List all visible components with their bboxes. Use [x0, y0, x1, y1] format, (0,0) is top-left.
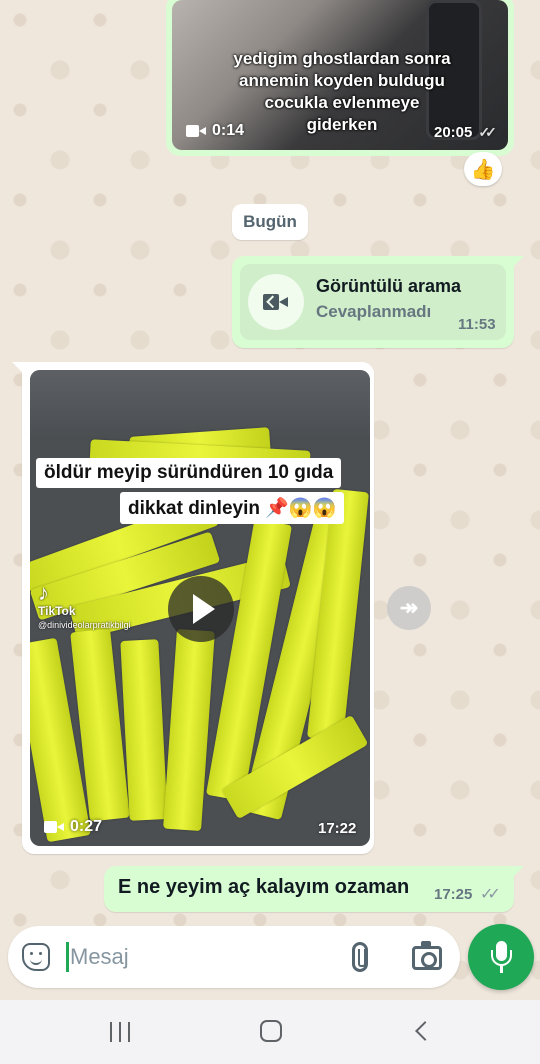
text-caret — [66, 942, 69, 972]
video-camera-icon — [186, 124, 206, 138]
video-time: 17:22 — [318, 820, 357, 837]
tiktok-name: TikTok — [38, 604, 76, 618]
tiktok-logo-icon: ♪ — [38, 580, 49, 605]
tiktok-watermark: ♪ TikTok @dinivideolarpratikbilgi — [38, 580, 131, 631]
mic-icon-stem — [500, 966, 503, 973]
tiktok-handle: @dinivideolarpratikbilgi — [38, 620, 131, 630]
fry-shape — [120, 639, 168, 821]
outgoing-video-message[interactable]: yedigim ghostlardan sonra annemin koyden… — [166, 0, 514, 156]
fry-shape — [163, 628, 215, 832]
video-overlay-line2: dikkat dinleyin 📌😱😱 — [120, 492, 345, 524]
video-caption: yedigim ghostlardan sonra annemin koyden… — [233, 49, 451, 134]
paperclip-icon[interactable] — [352, 942, 368, 972]
video-overlay-line1: öldür meyip süründüren 10 gıda — [36, 458, 342, 488]
missed-video-call-message[interactable]: Görüntülü arama Cevaplanmadı 11:53 — [232, 256, 524, 348]
recents-icon[interactable] — [110, 1022, 132, 1042]
home-icon[interactable] — [260, 1020, 282, 1042]
video-time-text: 20:05 — [434, 124, 473, 141]
sticker-icon[interactable] — [22, 943, 50, 971]
pan-background — [30, 370, 370, 440]
message-composer — [8, 926, 460, 988]
video-thumbnail[interactable]: yedigim ghostlardan sonra annemin koyden… — [172, 0, 508, 150]
delivered-ticks-icon: ✓✓ — [478, 124, 497, 140]
video-time: 20:05 ✓✓ — [434, 124, 497, 141]
system-nav-bar — [0, 1000, 540, 1064]
call-title: Görüntülü arama — [316, 276, 462, 296]
video-call-icon — [248, 274, 304, 330]
forward-icon[interactable]: ↠ — [387, 586, 431, 630]
incoming-video-message[interactable]: öldür meyip süründüren 10 gıda dikkat di… — [12, 362, 374, 854]
video-thumbnail[interactable]: öldür meyip süründüren 10 gıda dikkat di… — [30, 370, 370, 846]
video-duration-text: 0:14 — [212, 122, 245, 139]
message-time: 11:53 — [458, 316, 496, 333]
call-status: Cevaplanmadı — [316, 302, 432, 321]
message-input[interactable] — [70, 938, 330, 976]
mic-icon-cup — [491, 950, 512, 966]
back-icon[interactable] — [415, 1021, 435, 1041]
message-time: 17:25 — [434, 886, 473, 903]
mic-button[interactable] — [468, 924, 534, 990]
video-camera-icon — [44, 820, 64, 834]
date-separator: Bugün — [232, 204, 308, 240]
outgoing-text-message[interactable]: E ne yeyim aç kalayım ozaman 17:25 ✓✓ — [104, 866, 524, 912]
camera-icon[interactable] — [412, 941, 442, 970]
video-duration: 0:27 — [44, 818, 102, 836]
message-text: E ne yeyim aç kalayım ozaman — [118, 876, 410, 898]
reaction-badge[interactable]: 👍 — [464, 152, 502, 186]
read-ticks-icon: ✓✓ — [480, 886, 501, 903]
video-duration: 0:14 — [186, 122, 244, 140]
video-duration-text: 0:27 — [70, 818, 103, 835]
play-icon[interactable] — [168, 576, 234, 642]
